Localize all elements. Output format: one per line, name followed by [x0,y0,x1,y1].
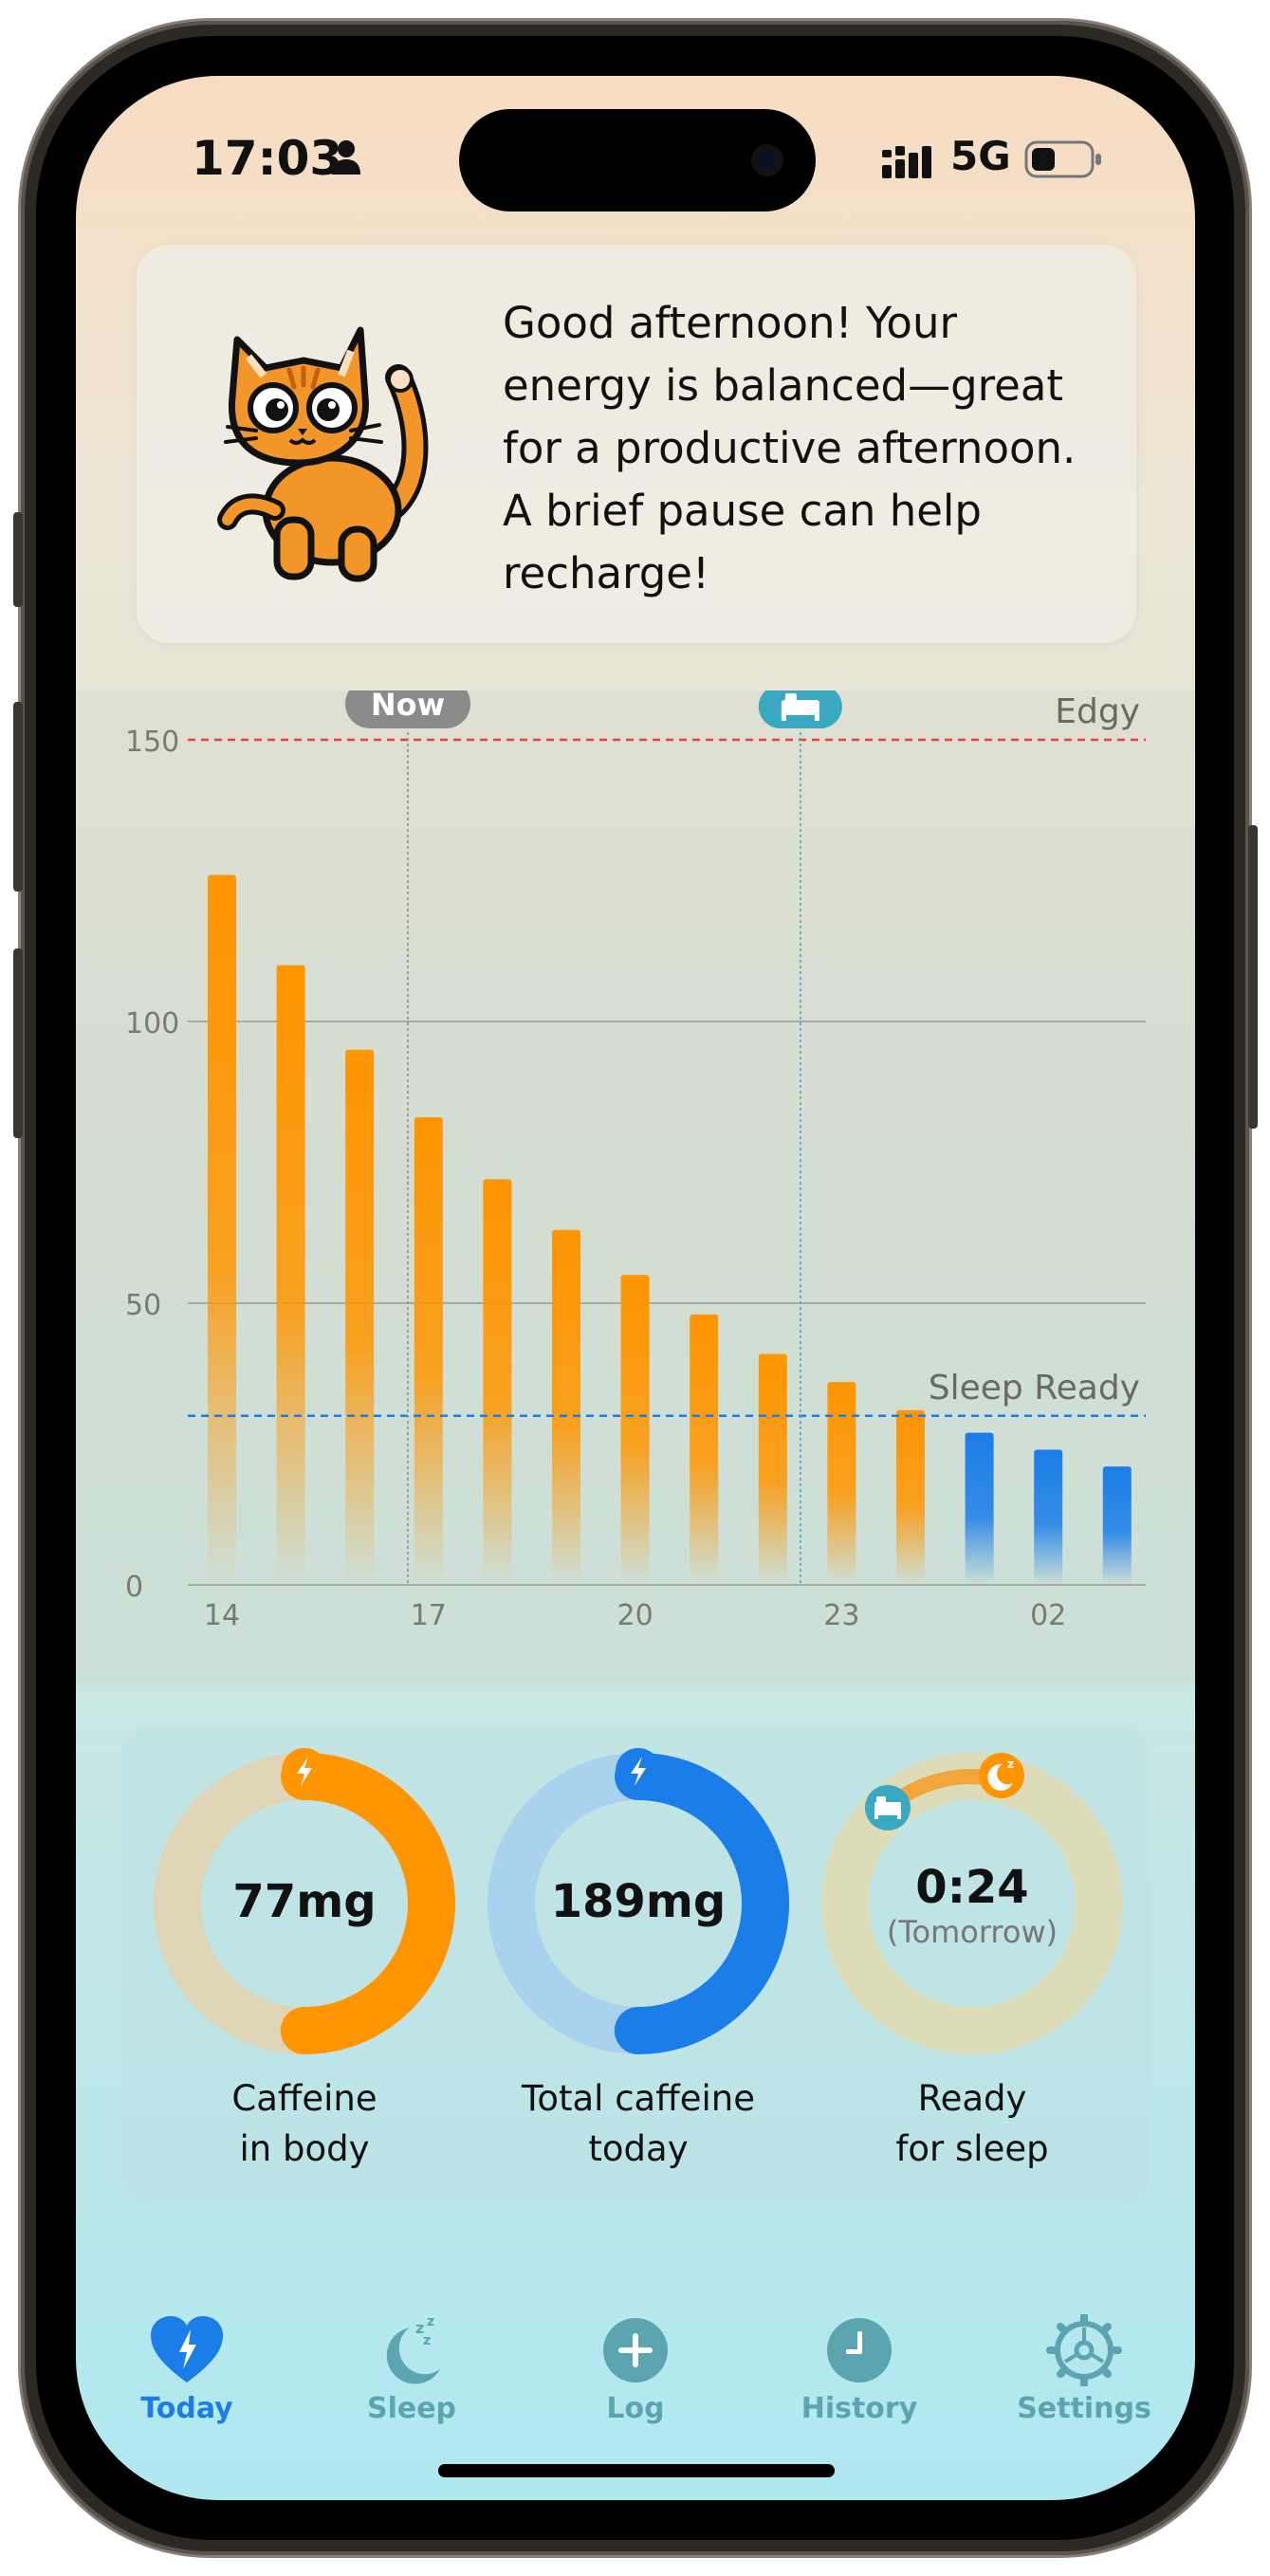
edgy-threshold-label: Edgy [1055,692,1140,731]
caffeine-in-body-label: Caffeine in body [148,2073,461,2174]
chart-bar[interactable] [1102,1466,1132,1585]
ready-for-sleep-label: Ready for sleep [816,2073,1129,2174]
y-tick-label: 150 [125,726,179,759]
signal-icon [882,146,931,178]
x-tick-label: 14 [204,1599,240,1632]
cat-mascot-icon [217,326,429,582]
caffeine-in-body-value: 77 [232,1875,297,1928]
screen: 17:03 5G Good afternoon! Your energy is … [76,76,1195,2500]
ready-for-sleep-label-line1: Ready [917,2078,1027,2119]
chart-bar[interactable] [414,1116,443,1585]
tab-log[interactable]: Log [541,2314,730,2447]
svg-text:z: z [427,2314,434,2329]
chart-bar[interactable] [965,1432,994,1585]
total-caffeine-label-line1: Total caffeine [522,2078,755,2119]
chart-bar[interactable] [276,965,305,1585]
total-caffeine-value: 189 [550,1875,646,1928]
tab-today[interactable]: Today [92,2314,282,2447]
volume-down-button [13,948,23,1138]
caffeine-in-body-label-line2: in body [239,2128,370,2169]
camera-icon [751,144,783,176]
y-tick-label: 100 [125,1007,179,1040]
caffeine-chart: 0 50 100 150 14 17 20 23 02 Edgy Sleep Ready Now [76,690,1195,1682]
caffeine-in-body-ring[interactable]: 77mg [148,1747,461,2060]
action-button [13,512,23,607]
chart-bar[interactable] [620,1275,650,1585]
chart-bar[interactable] [827,1382,856,1585]
tab-settings-label: Settings [1017,2392,1151,2425]
chart-bar[interactable] [345,1049,375,1585]
x-tick-label: 17 [411,1599,447,1632]
chart-bar[interactable] [896,1409,925,1585]
total-caffeine-label: Total caffeine today [482,2073,795,2174]
ready-for-sleep-label-line2: for sleep [895,2128,1049,2169]
tab-history-label: History [801,2392,918,2425]
x-tick-label: 20 [617,1599,653,1632]
chart-bar[interactable] [690,1314,719,1585]
caffeine-in-body-label-line1: Caffeine [231,2078,377,2119]
chart-bar[interactable] [208,874,236,1585]
home-indicator[interactable] [438,2464,835,2477]
volume-up-button [13,702,23,892]
sleep-ready-threshold-label: Sleep Ready [929,1369,1140,1408]
y-tick-label: 0 [125,1571,143,1604]
battery-icon [1024,140,1101,178]
network-type: 5G [950,133,1011,179]
person-icon [332,140,360,175]
y-tick-label: 50 [125,1289,161,1322]
chart-bar[interactable] [758,1353,787,1585]
tab-history[interactable]: History [764,2314,954,2447]
plus-circle-icon [603,2318,668,2383]
greeting-banner: Good afternoon! Your energy is balanced—… [137,245,1136,643]
tab-bar: Today z z z Sleep Log History Settings [76,2314,1195,2447]
total-caffeine-label-line2: today [588,2128,689,2169]
caffeine-chart-svg: 0 50 100 150 14 17 20 23 02 Edgy Sleep Ready Now [125,690,1146,1632]
heart-bolt-icon [151,2316,223,2383]
chart-bar[interactable] [1034,1449,1063,1585]
ready-for-sleep-ring[interactable]: z 0:24 (Tomorrow) [816,1747,1129,2060]
stats-panel: 77mg Caffeine in body 189mg Total caffei… [121,1724,1150,2206]
clock-icon [827,2318,892,2383]
tab-today-label: Today [140,2392,233,2425]
status-time: 17:03 [192,131,343,186]
tab-settings[interactable]: Settings [989,2314,1179,2447]
gear-icon [1046,2314,1122,2386]
total-caffeine-unit: mg [645,1875,727,1928]
tab-sleep-label: Sleep [366,2392,457,2425]
ready-for-sleep-sub: (Tomorrow) [886,1914,1058,1950]
caffeine-in-body-unit: mg [296,1875,377,1928]
chart-bar[interactable] [552,1229,580,1585]
moon-zzz-icon: z z z [386,2314,440,2384]
now-tag-label: Now [371,690,445,723]
tab-sleep[interactable]: z z z Sleep [317,2314,506,2447]
side-button [1248,825,1258,1129]
x-tick-label: 23 [823,1599,859,1632]
total-caffeine-ring[interactable]: 189mg [482,1747,795,2060]
chart-bar[interactable] [483,1179,512,1585]
ready-for-sleep-value: 0:24 [915,1861,1029,1914]
svg-text:z: z [423,2333,431,2348]
tab-log-label: Log [606,2392,665,2425]
greeting-message: Good afternoon! Your energy is balanced—… [503,298,1077,598]
x-tick-label: 02 [1030,1599,1066,1632]
svg-text:z: z [1007,1757,1014,1771]
